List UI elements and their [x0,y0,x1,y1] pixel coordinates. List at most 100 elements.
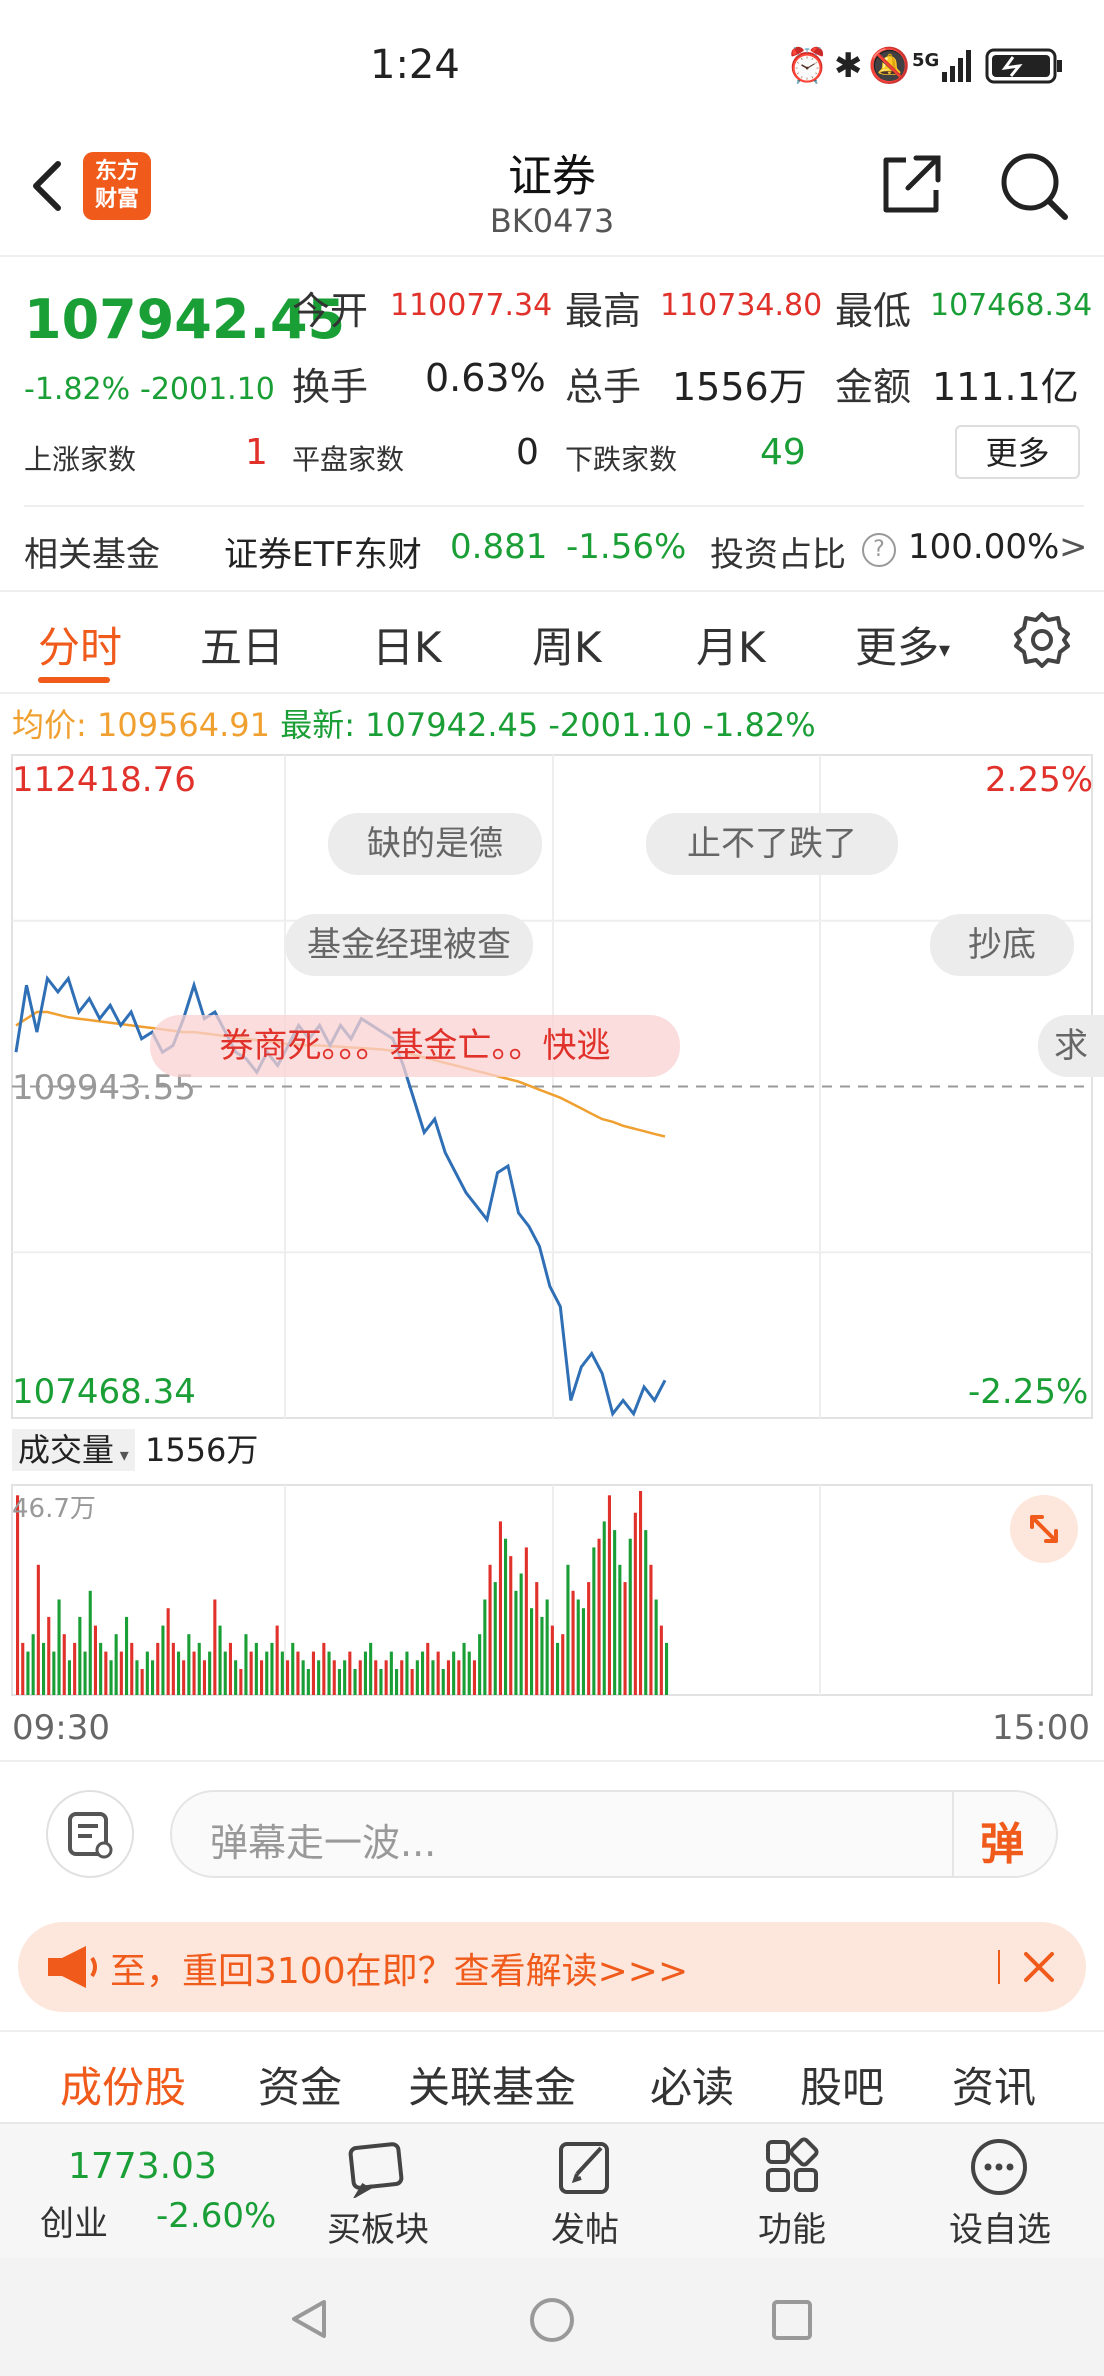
volume-bar [213,1599,217,1695]
volume-bar [36,1564,40,1695]
share-icon[interactable] [878,152,944,218]
fund-label: 相关基金 [24,535,160,575]
latest-change: -2001.10 [548,706,693,744]
volume-bar [374,1660,378,1695]
volume-bar [571,1590,575,1695]
add-watchlist-button[interactable]: 设自选 [930,2132,1070,2252]
volume-bar [286,1660,290,1695]
tab-daily-k[interactable]: 日K [372,614,442,675]
volume-bar [93,1625,97,1695]
chart-bottom-percent: -2.25% [968,1372,1089,1412]
volume-bar [654,1599,658,1695]
volume-bar [83,1651,87,1695]
related-fund-row[interactable]: 相关基金 证券ETF东财 0.881 -1.56% 投资占比 ? 100.00%… [24,505,1088,587]
functions-button[interactable]: 功能 [732,2132,852,2252]
volume-bar [509,1556,513,1695]
volume-bar [182,1660,186,1695]
barrage-bubble[interactable]: 抄底 [930,914,1074,976]
volume-bar [223,1651,227,1695]
volume-bar [602,1521,606,1695]
volume-bar [151,1660,155,1695]
volume-bar [628,1538,632,1695]
chart-end-time: 15:00 [992,1708,1090,1748]
volume-bar [337,1669,341,1695]
tab-related-funds[interactable]: 关联基金 [408,2054,576,2115]
volume-bar [498,1521,502,1695]
amount-label: 金额 [835,365,912,409]
tab-more[interactable]: 更多▾ [855,614,950,675]
volume-bar [410,1669,414,1695]
tab-intraday[interactable]: 分时 [38,614,122,675]
open-value: 110077.34 [390,288,553,323]
volume-bar [649,1564,653,1695]
volume-bar [607,1495,611,1695]
tab-forum[interactable]: 股吧 [800,2054,884,2115]
volume-bar [353,1669,357,1695]
nav-recents-icon[interactable] [770,2298,814,2342]
tab-news[interactable]: 资讯 [952,2054,1036,2115]
send-barrage-button[interactable]: 弹 [980,1808,1024,1872]
turnover-value: 0.63% [425,356,546,400]
volume-bar [244,1634,248,1695]
volume-bar [400,1660,404,1695]
volume-bar [644,1530,648,1695]
volume-bar [561,1634,565,1695]
volume-bar [270,1642,274,1695]
more-circle-icon [971,2139,1027,2195]
barrage-bubble[interactable]: 止不了跌了 [646,813,898,875]
nav-home-icon[interactable] [528,2296,576,2344]
barrage-bubble[interactable]: 缺的是德 [328,813,542,875]
volume-bar [21,1642,25,1695]
barrage-bubble[interactable]: 基金经理被查 [285,914,533,976]
volume-bar [192,1651,196,1695]
tab-must-read[interactable]: 必读 [650,2054,734,2115]
barrage-settings-button[interactable] [46,1790,134,1878]
tab-constituents[interactable]: 成份股 [60,2054,186,2115]
post-button[interactable]: 发帖 [525,2132,645,2252]
tab-weekly-k[interactable]: 周K [532,614,602,675]
stock-tabs: 成份股 资金 关联基金 必读 股吧 资讯 [0,2030,1104,2122]
volume-bar [57,1599,61,1695]
tab-monthly-k[interactable]: 月K [696,614,766,675]
volume-bar [613,1530,617,1695]
intraday-chart[interactable] [0,750,1104,1710]
tab-capital[interactable]: 资金 [258,2054,342,2115]
volume-bar [665,1642,669,1695]
expand-button[interactable] [1010,1495,1078,1563]
volume-dropdown[interactable]: 成交量 ▾ [12,1429,135,1471]
search-icon[interactable] [998,150,1070,222]
index-percent[interactable]: -2.60% [156,2196,276,2236]
nav-back-icon[interactable] [286,2296,332,2342]
volume-bars [16,1491,669,1695]
chart-top-percent: 2.25% [985,760,1094,800]
volume-bar [426,1642,430,1695]
barrage-input[interactable]: 弹幕走一波... 弹 [170,1790,1058,1878]
close-icon[interactable] [1018,1946,1060,1988]
more-button[interactable]: 更多 [955,425,1080,479]
volume-bar [472,1660,476,1695]
barrage-bubble[interactable]: 求 [1038,1015,1104,1077]
system-nav-bar [0,2258,1104,2376]
chart-grid [11,754,1093,1696]
volume-bar [436,1651,440,1695]
index-value[interactable]: 1773.03 [68,2146,217,2187]
network-label: 5G [912,50,940,71]
active-tab-indicator [38,677,110,683]
volume-bar [161,1625,165,1695]
tab-five-day[interactable]: 五日 [200,614,284,675]
volume-bar [441,1669,445,1695]
volume-bar [239,1669,243,1695]
settings-gear-icon[interactable] [1012,610,1072,670]
volume-bar [202,1660,206,1695]
help-icon[interactable]: ? [862,533,896,567]
volume-bar [327,1651,331,1695]
barrage-bubble[interactable]: 券商死。。。基金亡。。快逃 [150,1015,680,1077]
down-count: 49 [760,432,806,473]
notice-banner[interactable]: 至，重回3100在即？查看解读>>> [18,1922,1086,2012]
status-time: 1:24 [370,42,460,88]
buy-sector-button[interactable]: 买板块 [318,2132,438,2252]
volume-bar [145,1651,149,1695]
chevron-right-icon: > [1059,527,1088,567]
volume-label: 成交量 [18,1431,115,1469]
index-name[interactable]: 创业 [40,2196,108,2245]
